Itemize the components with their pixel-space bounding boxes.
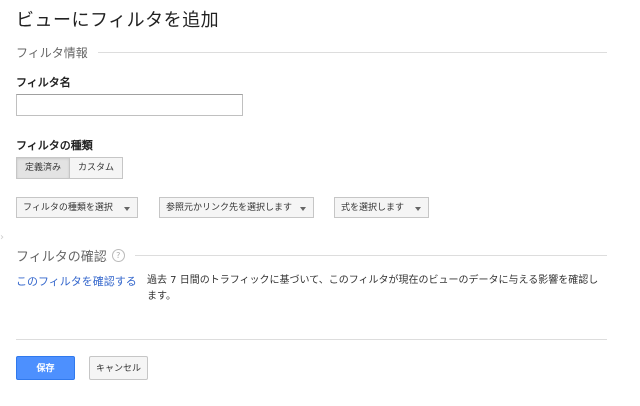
verify-section-header: フィルタの確認 ? bbox=[16, 246, 607, 265]
custom-toggle-button[interactable]: カスタム bbox=[70, 157, 124, 179]
help-icon[interactable]: ? bbox=[111, 249, 125, 262]
filter-type-dropdown[interactable]: フィルタの種類を選択 bbox=[16, 197, 138, 218]
filter-type-dropdown-label: フィルタの種類を選択 bbox=[23, 203, 113, 213]
source-destination-dropdown[interactable]: 参照元かリンク先を選択します bbox=[159, 197, 314, 218]
cancel-button[interactable]: キャンセル bbox=[89, 356, 148, 380]
expression-dropdown[interactable]: 式を選択します bbox=[334, 197, 429, 218]
filter-type-label: フィルタの種類 bbox=[16, 139, 93, 152]
chevron-down-icon bbox=[124, 207, 130, 211]
section-divider bbox=[97, 52, 607, 53]
filter-info-section-label: フィルタ情報 bbox=[16, 46, 88, 60]
predefined-toggle-button[interactable]: 定義済み bbox=[16, 157, 71, 179]
filter-name-input[interactable] bbox=[16, 94, 243, 116]
chevron-down-icon bbox=[300, 207, 306, 211]
footer-divider bbox=[16, 339, 607, 340]
source-destination-dropdown-label: 参照元かリンク先を選択します bbox=[166, 203, 293, 213]
save-button[interactable]: 保存 bbox=[16, 356, 75, 380]
filter-info-section-header: フィルタ情報 bbox=[16, 44, 607, 61]
page-title: ビューにフィルタを追加 bbox=[16, 10, 220, 31]
filter-type-toggle-group: 定義済み カスタム bbox=[16, 157, 124, 179]
chevron-right-icon: › bbox=[0, 232, 4, 243]
filter-name-label: フィルタ名 bbox=[16, 76, 71, 89]
expression-dropdown-label: 式を選択します bbox=[341, 203, 405, 213]
chevron-down-icon bbox=[415, 207, 421, 211]
verify-filter-link[interactable]: このフィルタを確認する bbox=[16, 273, 137, 289]
verify-description: 過去 7 日間のトラフィックに基づいて、このフィルタが現在のビューのデータに与え… bbox=[147, 275, 599, 302]
verify-section-label: フィルタの確認 bbox=[16, 250, 107, 265]
section-divider bbox=[134, 255, 607, 256]
